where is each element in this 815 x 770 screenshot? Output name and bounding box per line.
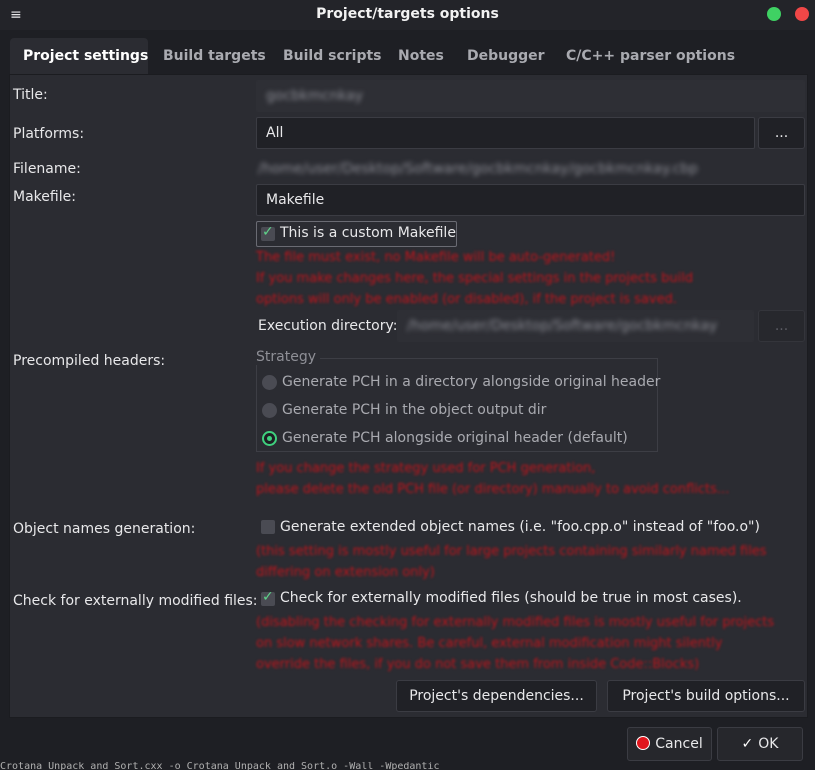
extmod-checkbox[interactable] bbox=[261, 589, 275, 606]
strategy-title: Strategy bbox=[256, 349, 320, 365]
exec-dir-field[interactable]: /home/user/Desktop/Software/gocbkmcnkay bbox=[397, 310, 754, 342]
tab-notes[interactable]: Notes bbox=[385, 38, 457, 74]
platforms-label: Platforms: bbox=[13, 126, 85, 142]
pch-warning-1: If you change the strategy used for PCH … bbox=[256, 461, 596, 476]
pch-option-directory[interactable]: Generate PCH in a directory alongside or… bbox=[282, 374, 660, 390]
title-label: Title: bbox=[13, 87, 48, 103]
extmod-note-1: (disabling the checking for externally m… bbox=[256, 615, 775, 630]
objnames-checkbox[interactable] bbox=[261, 520, 275, 534]
tab-build-targets[interactable]: Build targets bbox=[150, 38, 279, 74]
cancel-button[interactable]: Cancel bbox=[627, 727, 712, 761]
extmod-note-2: on slow network shares. Be careful, exte… bbox=[256, 636, 723, 651]
window-title: Project/targets options bbox=[316, 6, 499, 22]
exec-dir-label: Execution directory: bbox=[258, 318, 398, 334]
pch-warning-2: please delete the old PCH file (or direc… bbox=[256, 482, 730, 497]
platforms-browse-button[interactable]: ... bbox=[758, 117, 805, 149]
pch-label: Precompiled headers: bbox=[13, 353, 166, 369]
title-bar: ≡ Project/targets options bbox=[0, 0, 815, 30]
ok-label: OK bbox=[758, 736, 779, 752]
extmod-label: Check for externally modified files: bbox=[13, 593, 258, 609]
pch-option-object-dir[interactable]: Generate PCH in the object output dir bbox=[282, 402, 546, 418]
project-dependencies-button[interactable]: Project's dependencies... bbox=[396, 680, 597, 712]
tab-bar: Project settings Build targets Build scr… bbox=[10, 38, 806, 74]
custom-makefile-label[interactable]: This is a custom Makefile bbox=[280, 225, 456, 241]
objnames-checkbox-label[interactable]: Generate extended object names (i.e. "fo… bbox=[280, 519, 760, 535]
cancel-icon bbox=[636, 736, 651, 750]
pch-radio-object-dir[interactable] bbox=[262, 403, 277, 418]
exec-dir-browse-button[interactable]: ... bbox=[758, 310, 805, 342]
extmod-note-3: override the files, if you do not save t… bbox=[256, 657, 700, 672]
status-line: Crotana Unpack and Sort.cxx -o Crotana U… bbox=[0, 762, 440, 770]
tab-debugger[interactable]: Debugger bbox=[454, 38, 558, 74]
pch-radio-directory[interactable] bbox=[262, 375, 277, 390]
platforms-field[interactable]: All bbox=[256, 117, 755, 149]
ok-button[interactable]: ✓ OK bbox=[717, 727, 803, 761]
makefile-field[interactable]: Makefile bbox=[256, 184, 805, 216]
makefile-warning-2: If you make changes here, the special se… bbox=[256, 271, 694, 286]
pch-option-alongside[interactable]: Generate PCH alongside original header (… bbox=[282, 430, 628, 446]
tab-project-settings[interactable]: Project settings bbox=[10, 38, 148, 74]
objnames-label: Object names generation: bbox=[13, 521, 196, 537]
tab-cpp-parser-options[interactable]: C/C++ parser options bbox=[553, 38, 748, 74]
objnames-note-1: (this setting is mostly useful for large… bbox=[256, 544, 767, 559]
tab-build-scripts[interactable]: Build scripts bbox=[270, 38, 395, 74]
objnames-note-2: differing on extension only) bbox=[256, 565, 435, 580]
close-button[interactable] bbox=[795, 7, 809, 21]
filename-value: /home/user/Desktop/Software/gocbkmcnkay/… bbox=[258, 161, 699, 177]
title-value: gocbkmcnkay bbox=[266, 88, 364, 104]
exec-dir-value: /home/user/Desktop/Software/gocbkmcnkay bbox=[407, 318, 718, 334]
makefile-warning-1: The file must exist, no Makefile will be… bbox=[256, 250, 616, 265]
pch-radio-alongside[interactable] bbox=[262, 431, 277, 446]
cancel-label: Cancel bbox=[655, 736, 703, 752]
title-field[interactable]: gocbkmcnkay bbox=[256, 80, 805, 112]
check-icon: ✓ bbox=[741, 736, 754, 752]
project-build-options-button[interactable]: Project's build options... bbox=[607, 680, 805, 712]
makefile-warning-3: options will only be enabled (or disable… bbox=[256, 292, 678, 307]
custom-makefile-checkbox[interactable] bbox=[261, 224, 275, 241]
filename-label: Filename: bbox=[13, 161, 81, 177]
makefile-label: Makefile: bbox=[13, 189, 76, 205]
maximize-button[interactable] bbox=[767, 7, 781, 21]
extmod-checkbox-label[interactable]: Check for externally modified files (sho… bbox=[280, 590, 742, 606]
